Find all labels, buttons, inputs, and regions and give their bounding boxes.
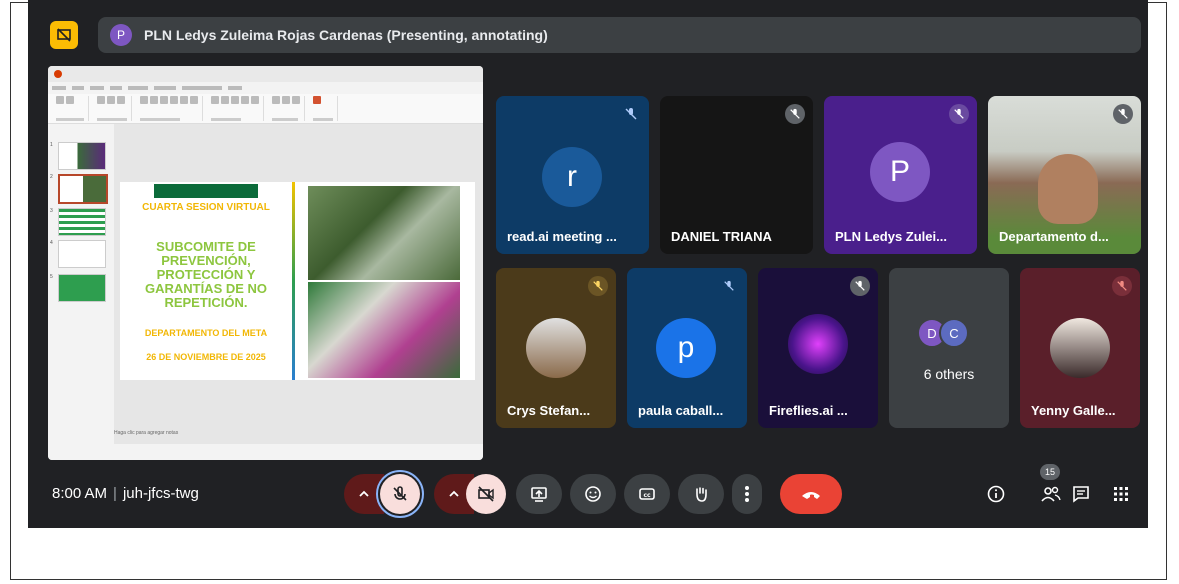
reactions-button[interactable]: [570, 474, 616, 514]
people-count-badge: 15: [1040, 464, 1060, 480]
top-bar: P PLN Ledys Zuleima Rojas Cardenas (Pres…: [38, 17, 1141, 53]
participant-tile[interactable]: DANIEL TRIANA: [660, 96, 813, 254]
closed-captions-icon: cc: [639, 488, 655, 500]
participant-tile[interactable]: r read.ai meeting ...: [496, 96, 649, 254]
people-button[interactable]: [1039, 482, 1063, 506]
muted-mic-icon: [949, 104, 969, 124]
slide-photo-meeting: [308, 186, 460, 280]
chevron-up-icon: [449, 490, 459, 497]
participant-tile[interactable]: Crys Stefan...: [496, 268, 616, 428]
participant-name: Yenny Galle...: [1031, 403, 1116, 418]
participant-tile[interactable]: Departamento d...: [988, 96, 1141, 254]
camera-off-icon: [478, 486, 494, 502]
participant-avatar: p: [656, 318, 716, 378]
slide-color-stripe: [292, 182, 295, 380]
others-tile[interactable]: D C 6 others: [889, 268, 1009, 428]
fireflies-logo-avatar: [788, 314, 848, 374]
participant-name: PLN Ledys Zulei...: [835, 229, 947, 244]
muted-mic-icon: [785, 104, 805, 124]
people-icon: [1041, 486, 1061, 502]
participant-name: Crys Stefan...: [507, 403, 591, 418]
participant-tile[interactable]: P PLN Ledys Zulei...: [824, 96, 977, 254]
slide-thumbnail[interactable]: [58, 142, 106, 170]
participant-tile[interactable]: Fireflies.ai ...: [758, 268, 878, 428]
muted-mic-icon: [719, 276, 739, 296]
muted-mic-icon: [588, 276, 608, 296]
camera-toggle-button[interactable]: [466, 474, 506, 514]
participant-name: paula caball...: [638, 403, 724, 418]
presentation-toggle-button[interactable]: [50, 21, 78, 49]
raise-hand-button[interactable]: [678, 474, 724, 514]
leave-call-button[interactable]: [780, 474, 842, 514]
participant-name: Fireflies.ai ...: [769, 403, 848, 418]
slide-photo-community: [308, 282, 460, 378]
participant-name: Departamento d...: [999, 229, 1109, 244]
muted-mic-icon: [621, 104, 641, 124]
chevron-up-icon: [359, 490, 369, 497]
slide-department: DEPARTAMENTO DEL META: [144, 328, 268, 338]
participant-photo-avatar: [526, 318, 586, 378]
participant-avatar: r: [542, 147, 602, 207]
participant-avatar: P: [870, 142, 930, 202]
present-screen-icon: [531, 487, 547, 502]
present-screen-button[interactable]: [516, 474, 562, 514]
muted-mic-icon: [1112, 276, 1132, 296]
slide-thumbnail[interactable]: [58, 174, 108, 204]
participant-video-face: [1038, 154, 1098, 224]
presenting-label: PLN Ledys Zuleima Rojas Cardenas (Presen…: [144, 27, 548, 43]
slide-canvas: CUARTA SESION VIRTUAL SUBCOMITE DE PREVE…: [114, 124, 483, 444]
participant-tile[interactable]: p paula caball...: [627, 268, 747, 428]
hang-up-icon: [802, 492, 820, 499]
participant-tile[interactable]: Yenny Galle...: [1020, 268, 1140, 428]
hand-icon: [696, 487, 707, 502]
mic-off-icon: [393, 486, 407, 501]
powerpoint-statusbar: [48, 450, 483, 460]
slide-date: 26 DE NOVIEMBRE DE 2025: [146, 352, 266, 362]
captions-button[interactable]: cc: [624, 474, 670, 514]
participant-photo-avatar: [1050, 318, 1110, 378]
slide-thumbnails: 1 2 3 4 5: [48, 124, 110, 444]
powerpoint-ribbon: [48, 94, 483, 124]
info-icon: [987, 485, 1005, 503]
government-logo: [154, 184, 258, 198]
participant-name: read.ai meeting ...: [507, 229, 617, 244]
slide-thumbnail[interactable]: [58, 240, 106, 268]
meet-window: P PLN Ledys Zuleima Rojas Cardenas (Pres…: [28, 0, 1148, 528]
meeting-details-button[interactable]: [984, 482, 1008, 506]
meeting-info: 8:00 AM | juh-jfcs-twg: [52, 485, 199, 502]
no-display-icon: [57, 28, 71, 42]
chat-button[interactable]: [1069, 482, 1093, 506]
svg-text:cc: cc: [643, 492, 651, 499]
slide-thumbnail[interactable]: [58, 274, 106, 302]
participant-name: DANIEL TRIANA: [671, 229, 772, 244]
notes-placeholder[interactable]: Haga clic para agregar notas: [114, 430, 178, 436]
slide-session-title: CUARTA SESION VIRTUAL: [142, 202, 270, 213]
muted-mic-icon: [850, 276, 870, 296]
microphone-toggle-button[interactable]: [380, 474, 420, 514]
apps-grid-icon: [1114, 487, 1128, 501]
presenting-banner: P PLN Ledys Zuleima Rojas Cardenas (Pres…: [98, 17, 1141, 53]
presenter-avatar: P: [110, 24, 132, 46]
activities-button[interactable]: [1109, 482, 1133, 506]
muted-mic-icon: [1113, 104, 1133, 124]
powerpoint-icon: [54, 70, 62, 78]
more-options-button[interactable]: [732, 474, 762, 514]
current-slide: CUARTA SESION VIRTUAL SUBCOMITE DE PREVE…: [120, 182, 475, 380]
powerpoint-titlebar: [48, 66, 483, 82]
shared-screen[interactable]: 1 2 3 4 5 CUARTA SESION VIRTUAL SUBCOMIT…: [48, 66, 483, 460]
slide-main-title: SUBCOMITE DE PREVENCIÓN, PROTECCIÓN Y GA…: [144, 239, 268, 310]
slide-thumbnail[interactable]: [58, 208, 106, 236]
powerpoint-menu: [48, 82, 483, 94]
clock-time: 8:00 AM: [52, 485, 108, 502]
emoji-icon: [585, 486, 601, 502]
meeting-code: juh-jfcs-twg: [122, 485, 199, 502]
others-avatar: C: [939, 318, 969, 348]
others-count-label: 6 others: [923, 366, 975, 382]
chat-icon: [1073, 486, 1089, 503]
more-vert-icon: [745, 486, 749, 502]
